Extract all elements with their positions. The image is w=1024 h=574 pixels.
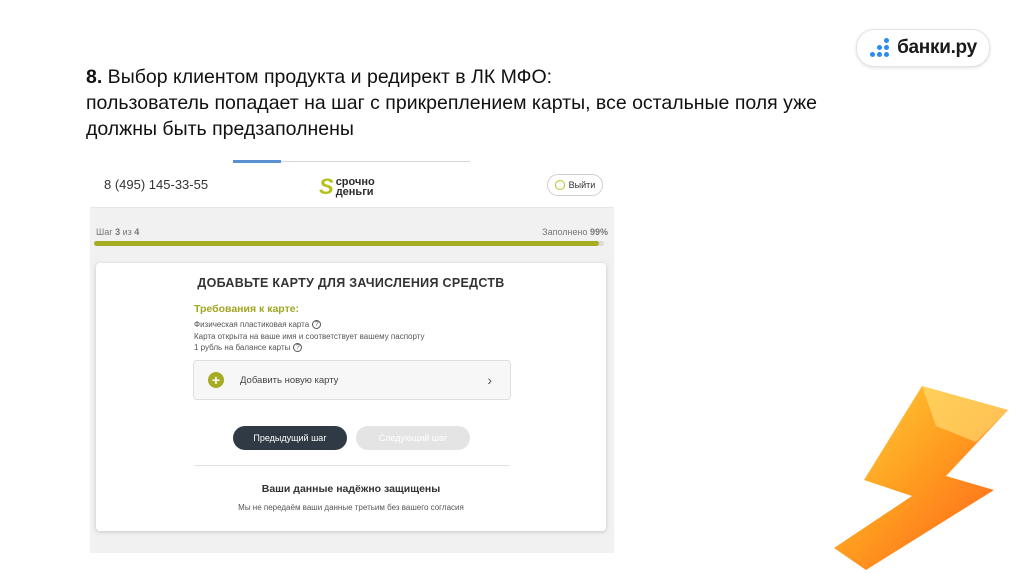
- step-current: 3: [115, 227, 121, 237]
- plus-icon: +: [208, 372, 224, 388]
- add-new-card-button[interactable]: + Добавить новую карту ›: [193, 360, 511, 400]
- slide-number: 8.: [86, 66, 103, 88]
- lightning-bolt-icon: [834, 386, 1008, 570]
- requirement-text: Физическая пластиковая карта: [194, 320, 310, 329]
- filled-value: 99%: [589, 227, 608, 237]
- slide-title: 8. Выбор клиентом продукта и редирект в …: [86, 64, 846, 142]
- step-prefix: Шаг: [96, 227, 113, 237]
- step-total: 4: [134, 227, 140, 237]
- requirement-text: Карта открыта на ваше имя и соответствуе…: [194, 332, 425, 341]
- requirement-item: Карта открыта на ваше имя и соответствуе…: [194, 332, 425, 341]
- step-indicator: Шаг 3 из 4 Заполнено 99%: [96, 227, 608, 237]
- card-title: ДОБАВЬТЕ КАРТУ ДЛЯ ЗАЧИСЛЕНИЯ СРЕДСТВ: [197, 276, 505, 290]
- requirement-item: Физическая пластиковая карта ?: [194, 320, 322, 329]
- phone-number[interactable]: 8 (495) 145-33-55: [104, 177, 208, 192]
- exit-button[interactable]: Выйти: [547, 174, 603, 196]
- add-card-panel: ДОБАВЬТЕ КАРТУ ДЛЯ ЗАЧИСЛЕНИЯ СРЕДСТВ Тр…: [96, 263, 606, 531]
- dots-logo-icon: [869, 38, 891, 58]
- slide-line-2: пользователь попадает на шаг с прикрепле…: [86, 92, 818, 114]
- exit-icon: [554, 180, 565, 190]
- add-card-label: Добавить новую карту: [240, 374, 339, 386]
- previous-step-button[interactable]: Предыдущий шаг: [233, 426, 347, 450]
- secure-subtitle: Мы не передаём ваши данные третьим без в…: [238, 503, 464, 512]
- help-icon[interactable]: ?: [293, 343, 303, 352]
- slide-heading: Выбор клиентом продукта и редирект в ЛК …: [102, 66, 553, 88]
- divider: [194, 465, 510, 466]
- progress-bar: [94, 241, 604, 246]
- app-header: 8 (495) 145-33-55 S срочно деньги Выйти: [90, 167, 614, 208]
- tab-underline: [233, 160, 470, 163]
- brand-name: срочно деньги: [335, 177, 375, 198]
- step-of: из: [122, 227, 132, 237]
- requirement-text: 1 рубль на балансе карты: [194, 343, 291, 352]
- help-icon[interactable]: ?: [312, 320, 322, 329]
- secure-title: Ваши данные надёжно защищены: [261, 483, 441, 495]
- brand-s-icon: S: [319, 174, 334, 199]
- brand-logo[interactable]: S срочно деньги: [319, 172, 375, 202]
- filled-indicator: Заполнено 99%: [542, 227, 608, 237]
- next-step-button[interactable]: Следующий шаг: [356, 426, 470, 450]
- chevron-right-icon: ›: [487, 372, 492, 388]
- slide-line-3: должны быть предзаполнены: [86, 118, 354, 140]
- banki-logo[interactable]: банки.ру: [856, 29, 990, 67]
- logo-text: банки.ру: [897, 37, 977, 58]
- tab-underline-active: [233, 160, 281, 163]
- progress-fill: [94, 241, 599, 246]
- brand-line-2: деньги: [335, 186, 374, 198]
- requirements-title: Требования к карте:: [194, 303, 300, 315]
- exit-label: Выйти: [568, 180, 596, 190]
- embedded-screenshot: 8 (495) 145-33-55 S срочно деньги Выйти …: [90, 167, 614, 553]
- filled-label: Заполнено: [542, 227, 588, 237]
- requirement-item: 1 рубль на балансе карты ?: [194, 343, 303, 352]
